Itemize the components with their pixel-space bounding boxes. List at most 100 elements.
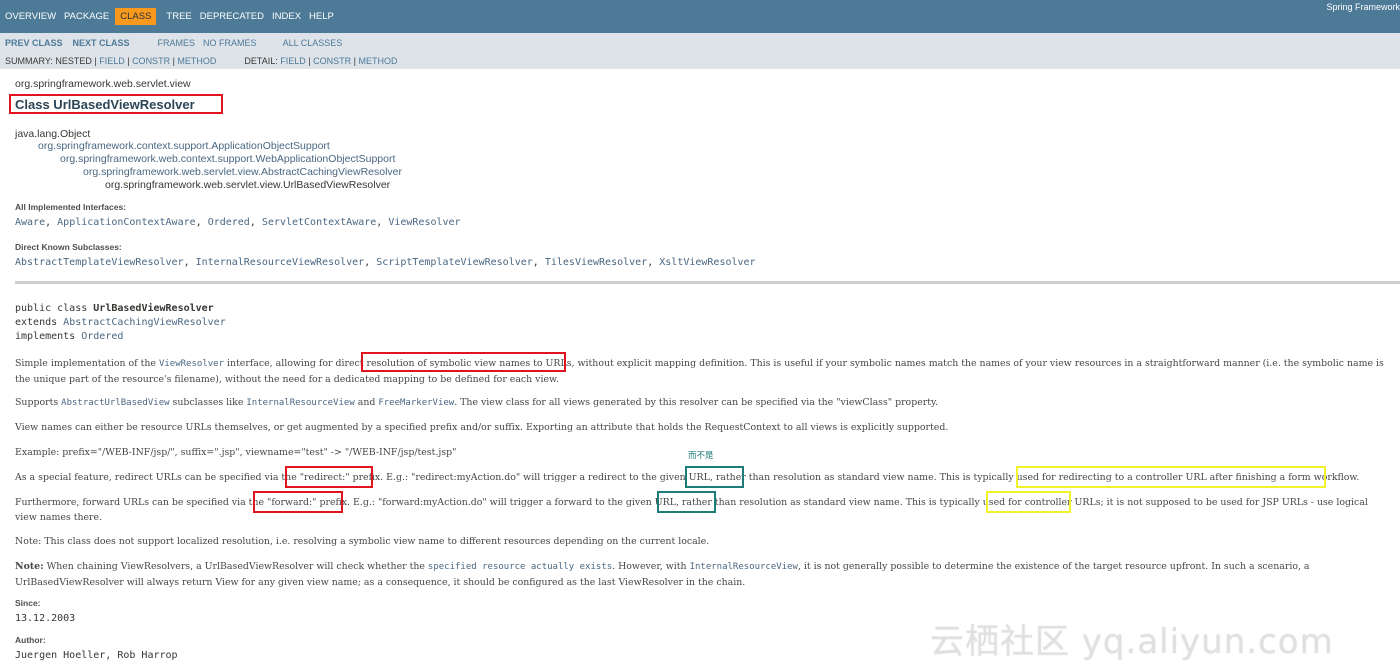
prev-class-link[interactable]: PREV CLASS [5,38,63,48]
since-value: 13.12.2003 [15,613,76,624]
text: When chaining ViewResolvers, a UrlBasedV… [43,561,428,572]
since-label: Since: [15,598,41,608]
text: resolution as standard view name. This i… [736,497,1025,508]
highlight-box-red [253,491,343,513]
interface-link[interactable]: ServletContextAware [262,217,376,228]
extends-keyword: extends [15,317,64,328]
extends-declaration: extends AbstractCachingViewResolver [15,317,226,328]
class-name: UrlBasedViewResolver [93,303,214,314]
summary-detail-row: SUMMARY: NESTED | FIELD | CONSTR | METHO… [5,56,397,66]
class-link[interactable]: FreeMarkerView [378,398,454,408]
highlight-box-teal [657,491,716,513]
highlight-box-red [361,352,566,372]
subclass-link[interactable]: XsltViewResolver [659,257,755,268]
note-label: Note: [15,561,44,572]
subclass-link[interactable]: ScriptTemplateViewResolver [376,257,533,268]
class-declaration: public class UrlBasedViewResolver [15,303,214,314]
summary-field-link[interactable]: FIELD [99,56,125,66]
detail-method-link[interactable]: METHOD [358,56,397,66]
description-p8: Note: When chaining ViewResolvers, a Url… [15,559,1385,590]
text: Simple implementation of the [15,358,159,369]
text: and [354,397,379,408]
nav-help[interactable]: HELP [309,8,334,25]
nav-overview[interactable]: OVERVIEW [5,8,56,25]
text: Supports [15,397,62,408]
interface-link[interactable]: ViewResolver [388,217,460,228]
interface-link[interactable]: Ordered [81,331,123,342]
implements-declaration: implements Ordered [15,331,123,342]
text: . [1356,472,1360,483]
interface-link[interactable]: Aware [15,217,45,228]
text: . E.g.: "redirect:myAction.do" will trig… [380,472,716,483]
viewresolver-link[interactable]: ViewResolver [159,359,224,369]
interface-link[interactable]: ApplicationContextAware [57,217,195,228]
detail-label: DETAIL: [244,56,281,66]
method-link[interactable]: specified resource actually exists [428,562,612,572]
detail-field-link[interactable]: FIELD [280,56,306,66]
summary-constr-link[interactable]: CONSTR [132,56,170,66]
page-title: Class UrlBasedViewResolver [15,97,195,112]
superclass-link[interactable]: AbstractCachingViewResolver [63,317,226,328]
top-nav: OVERVIEW PACKAGE CLASS TREE DEPRECATED I… [5,8,342,25]
text: subclasses like [169,397,247,408]
description-p2: Supports AbstractUrlBasedView subclasses… [15,395,1385,411]
summary-method-link[interactable]: METHOD [177,56,216,66]
highlight-box-yellow [1016,466,1326,488]
summary-nested: NESTED [55,56,92,66]
separator: | [91,56,100,66]
author-value: Juergen Hoeller, Rob Harrop [15,650,178,661]
annotation-chinese: 而不是 [688,451,714,461]
class-link[interactable]: InternalResourceView [246,398,354,408]
subclass-link[interactable]: InternalResourceViewResolver [196,257,365,268]
text: As a special feature, redirect URLs can … [15,472,300,483]
nav-package[interactable]: PACKAGE [64,8,109,25]
interfaces-list: Aware, ApplicationContextAware, Ordered,… [15,217,461,228]
frames-link[interactable]: FRAMES [158,38,196,48]
implements-keyword: implements [15,331,82,342]
highlight-box-yellow [986,491,1071,513]
author-label: Author: [15,635,46,645]
about-language: Spring Framework [1326,2,1400,12]
sub-nav-row: PREV CLASS NEXT CLASS FRAMES NO FRAMES A… [5,38,350,48]
interfaces-label: All Implemented Interfaces: [15,202,127,212]
next-class-link[interactable]: NEXT CLASS [73,38,130,48]
sub-nav-bar: PREV CLASS NEXT CLASS FRAMES NO FRAMES A… [0,33,1400,69]
watermark: 云栖社区 yq.aliyun.com [930,622,1334,662]
class-link[interactable]: AbstractUrlBasedView [61,398,169,408]
description-p3: View names can either be resource URLs t… [15,422,949,433]
separator: | [351,56,359,66]
detail-constr-link[interactable]: CONSTR [313,56,351,66]
subclasses-list: AbstractTemplateViewResolver, InternalRe… [15,257,756,268]
subclass-link[interactable]: TilesViewResolver [545,257,647,268]
nav-class: CLASS [115,8,157,25]
nav-tree[interactable]: TREE [166,8,191,25]
no-frames-link[interactable]: NO FRAMES [203,38,257,48]
description-p7: Note: This class does not support locali… [15,536,710,547]
highlight-box-teal [685,466,744,488]
divider [15,281,1400,284]
highlight-box-red [285,466,373,488]
interface-link[interactable]: Ordered [208,217,250,228]
nav-deprecated[interactable]: DEPRECATED [200,8,264,25]
separator: | [124,56,133,66]
subclasses-label: Direct Known Subclasses: [15,242,122,252]
nav-index[interactable]: INDEX [272,8,301,25]
subclass-link[interactable]: AbstractTemplateViewResolver [15,257,184,268]
class-link[interactable]: InternalResourceView [690,562,798,572]
inheritance-link[interactable]: org.springframework.context.support.Appl… [38,140,330,152]
text: interface, allowing for direct [224,358,367,369]
text: . The view class for all views generated… [454,397,939,408]
inheritance-link[interactable]: org.springframework.web.servlet.view.Abs… [83,166,402,178]
package-name: org.springframework.web.servlet.view [15,78,191,90]
top-nav-bar: OVERVIEW PACKAGE CLASS TREE DEPRECATED I… [0,0,1400,33]
inheritance-root: java.lang.Object [15,128,91,140]
text: Furthermore, forward URLs can be specifi… [15,497,268,508]
inheritance-current: org.springframework.web.servlet.view.Url… [105,179,391,191]
separator: | [305,56,314,66]
inheritance-link[interactable]: org.springframework.web.context.support.… [60,153,395,165]
all-classes-link[interactable]: ALL CLASSES [283,38,343,48]
separator: | [170,56,178,66]
text: . E.g.: "forward:myAction.do" will trigg… [347,497,682,508]
